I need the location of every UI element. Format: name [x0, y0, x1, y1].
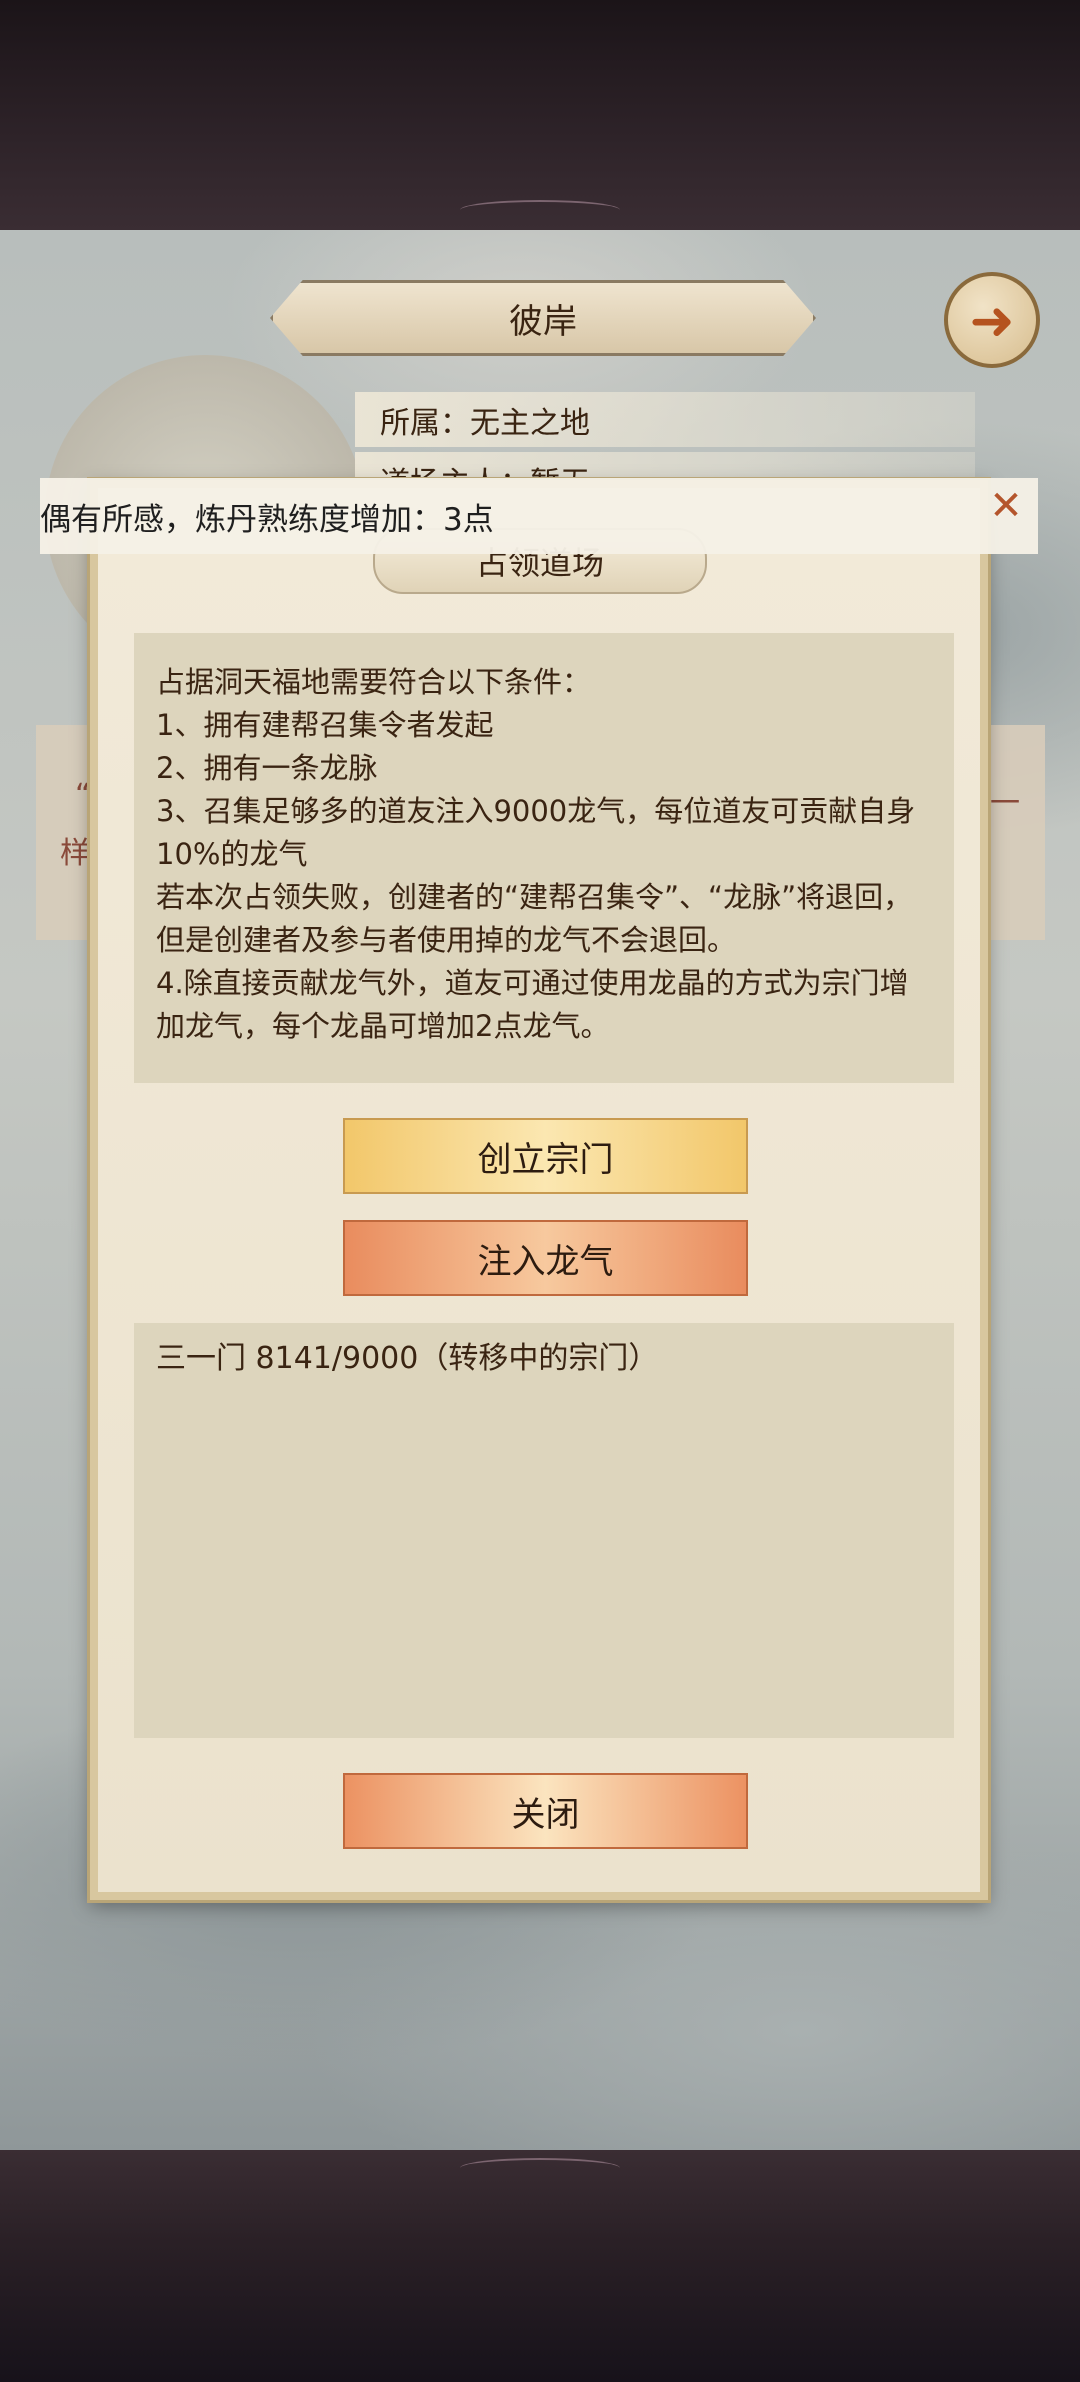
- rule-line: 2、拥有一条龙脉: [156, 751, 378, 785]
- bottom-bar: [0, 2150, 1080, 2382]
- back-arrow-icon: ➜: [969, 288, 1015, 352]
- rule-line: 4.除直接贡献龙气外，道友可通过使用龙晶的方式为宗门增加龙气，每个龙晶可增加2点…: [156, 966, 909, 1043]
- side-char-right: 一: [990, 786, 1020, 821]
- rule-line: 3、召集足够多的道友注入9000龙气，每位道友可贡献自身10%的龙气: [156, 794, 916, 871]
- side-quote: “: [75, 778, 91, 813]
- toast-notification: 偶有所感，炼丹熟练度增加：3点 ✕: [40, 478, 1038, 554]
- close-x-icon[interactable]: ✕: [986, 486, 1026, 526]
- occupy-dialog: 占领道场 占据洞天福地需要符合以下条件： 1、拥有建帮召集令者发起 2、拥有一条…: [90, 480, 988, 1900]
- create-sect-button[interactable]: 创立宗门: [343, 1118, 748, 1194]
- list-item[interactable]: 三一门 8141/9000（转移中的宗门）: [156, 1333, 932, 1377]
- sect-list: 三一门 8141/9000（转移中的宗门）: [134, 1323, 954, 1738]
- top-ornament: [460, 200, 620, 220]
- belongs-row: 所属：无主之地: [355, 392, 975, 447]
- rule-line: 1、拥有建帮召集令者发起: [156, 708, 494, 742]
- rules-box: 占据洞天福地需要符合以下条件： 1、拥有建帮召集令者发起 2、拥有一条龙脉 3、…: [134, 633, 954, 1083]
- bottom-ornament: [460, 2158, 620, 2178]
- rule-line: 占据洞天福地需要符合以下条件：: [156, 665, 592, 699]
- location-title: 彼岸: [270, 280, 816, 356]
- side-char-left: 样: [60, 836, 90, 871]
- inject-dragon-qi-button[interactable]: 注入龙气: [343, 1220, 748, 1296]
- back-button[interactable]: ➜: [944, 272, 1040, 368]
- toast-message: 偶有所感，炼丹熟练度增加：3点: [40, 501, 494, 538]
- top-bar: [0, 0, 1080, 230]
- rule-line: 若本次占领失败，创建者的“建帮召集令”、“龙脉”将退回，但是创建者及参与者使用掉…: [156, 880, 913, 957]
- close-button[interactable]: 关闭: [343, 1773, 748, 1849]
